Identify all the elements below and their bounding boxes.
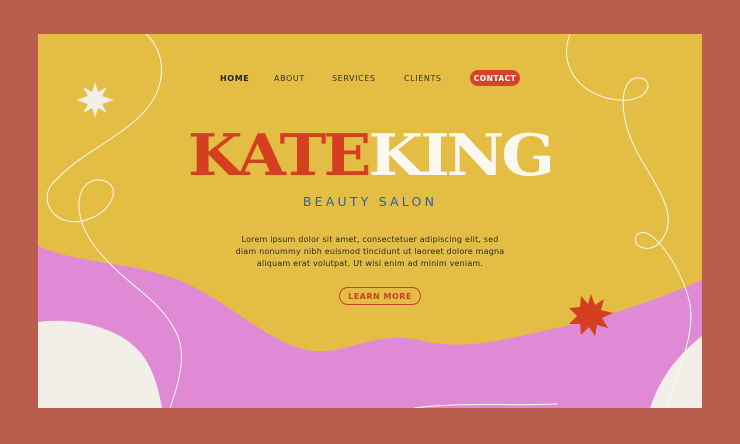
description-line: aliquam erat volutpat. Ut wisi enim ad m… — [256, 259, 484, 268]
nav-about-link[interactable]: ABOUT — [274, 74, 305, 83]
brand-title: KATEKING — [38, 121, 702, 189]
sparkle-star-icon — [76, 82, 114, 118]
contact-button[interactable]: CONTACT — [470, 70, 520, 86]
nav-home-link[interactable]: HOME — [220, 74, 249, 83]
brand-title-part2: KING — [368, 121, 555, 189]
brand-subtitle: BEAUTY SALON — [302, 194, 438, 209]
landing-page: HOME ABOUT SERVICES CLIENTS CONTACT KATE… — [38, 34, 702, 408]
learn-more-button[interactable]: LEARN MORE — [339, 287, 421, 305]
brand-title-part1: KATE — [187, 121, 372, 189]
nav-clients-link[interactable]: CLIENTS — [404, 74, 442, 83]
hero-description: Lorem ipsum dolor sit amet, consectetuer… — [218, 234, 522, 270]
description-line: Lorem ipsum dolor sit amet, consectetuer… — [241, 235, 499, 244]
background-decoration — [38, 34, 702, 408]
nav-services-link[interactable]: SERVICES — [332, 74, 376, 83]
description-line: diam nonummy nibh euismod tincidunt ut l… — [235, 247, 505, 256]
